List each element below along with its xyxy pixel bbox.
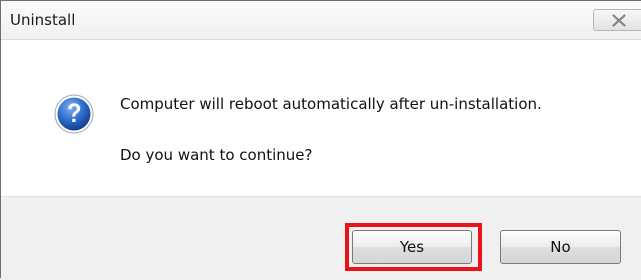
title-bar: Uninstall	[1, 1, 641, 40]
close-icon	[612, 14, 626, 27]
close-button[interactable]	[593, 9, 641, 31]
message-text: Computer will reboot automatically after…	[120, 95, 542, 113]
message-area: Computer will reboot automatically after…	[1, 40, 641, 196]
button-bar: Yes No	[1, 196, 641, 280]
uninstall-dialog: Uninstall Computer will reboot automatic…	[0, 0, 641, 280]
highlight-box	[345, 223, 482, 271]
confirmation-question: Do you want to continue?	[120, 146, 313, 164]
question-icon	[54, 94, 94, 134]
dialog-title: Uninstall	[10, 11, 76, 29]
no-button[interactable]: No	[500, 230, 621, 264]
